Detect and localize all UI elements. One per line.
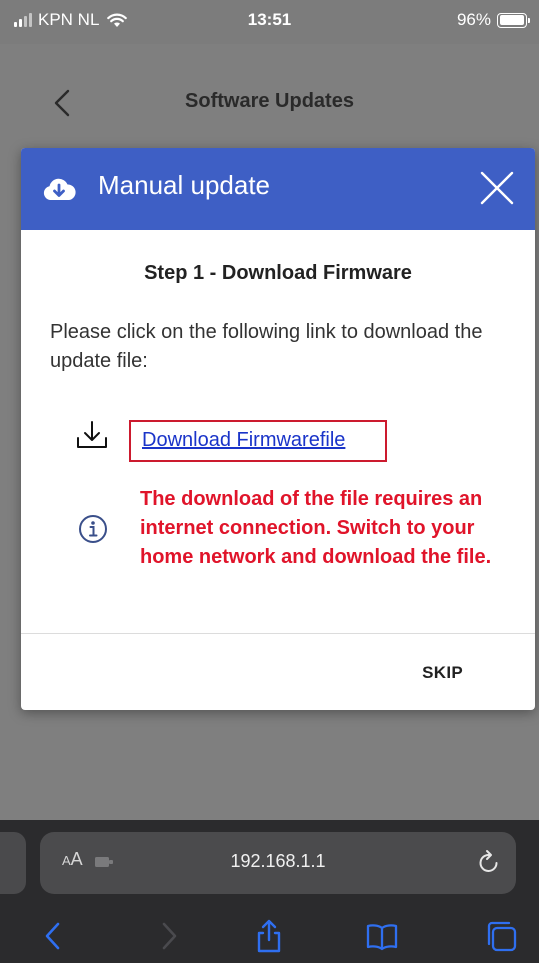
battery-percent: 96% <box>456 10 491 29</box>
dialog-divider <box>21 633 535 634</box>
browser-toolbar <box>0 910 539 960</box>
page-header: Software Updates <box>0 44 539 154</box>
tabs-icon[interactable] <box>483 918 519 954</box>
info-icon <box>79 515 107 543</box>
dialog-title: Manual update <box>98 170 271 200</box>
instructions-text: Please click on the following link to do… <box>50 321 483 372</box>
warning-text: The download of the file requires an int… <box>140 488 492 568</box>
browser-bottom-bar: AA 192.168.1.1 <box>0 820 539 963</box>
battery-icon <box>497 12 530 28</box>
status-bar: KPN NL 13:51 96% <box>0 0 539 44</box>
cloud-download-icon <box>43 178 76 200</box>
skip-button[interactable]: SKIP <box>422 663 463 683</box>
download-firmware-link[interactable]: Download Firmwarefile <box>142 429 345 452</box>
dialog-header: Manual update <box>21 148 535 230</box>
status-right: 96% <box>456 10 530 30</box>
download-icon <box>77 421 107 448</box>
close-icon[interactable] <box>477 168 517 208</box>
manual-update-dialog: Manual update Step 1 - Download Firmware… <box>21 148 535 710</box>
browser-forward-icon[interactable] <box>150 918 186 954</box>
download-link-highlight: Download Firmwarefile <box>129 420 387 462</box>
bookmarks-icon[interactable] <box>364 918 400 954</box>
url-text[interactable]: 192.168.1.1 <box>40 851 516 872</box>
share-icon[interactable] <box>251 918 287 954</box>
address-bar[interactable]: AA 192.168.1.1 <box>40 832 516 894</box>
reload-icon[interactable] <box>476 848 502 876</box>
page-title: Software Updates <box>185 90 354 112</box>
step-title: Step 1 - Download Firmware <box>144 262 412 284</box>
previous-tab-preview[interactable] <box>0 832 26 894</box>
browser-back-icon[interactable] <box>36 918 72 954</box>
